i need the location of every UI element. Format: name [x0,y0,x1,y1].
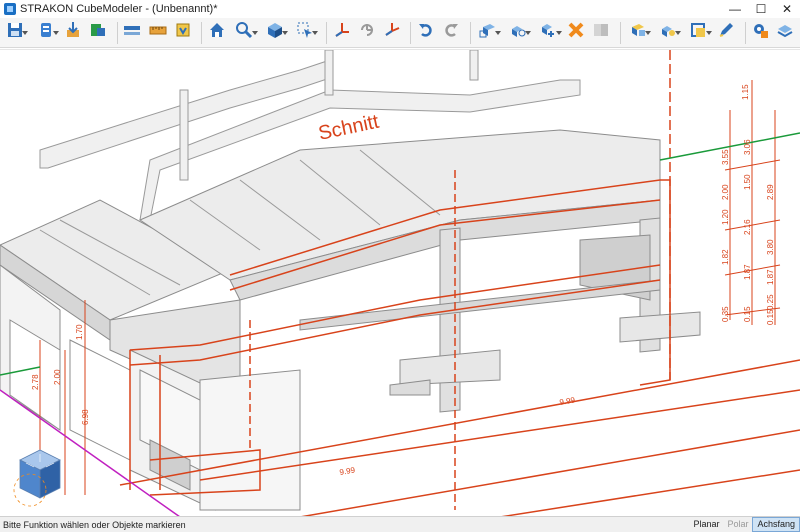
import-icon [64,21,82,44]
dimension-label: 3.55 [721,149,730,165]
dimension-label: 1.50 [743,174,752,190]
status-bar: Bitte Funktion wählen oder Objekte marki… [0,516,800,532]
toolbar-separator [326,21,328,44]
dimension-label: 0.35 [721,306,730,322]
settings-gear-icon [751,21,769,44]
redo-icon [442,21,460,44]
dimension-label: 0.25 [766,294,775,310]
zoom-button[interactable] [231,21,258,45]
dimension-label: 9.99 [339,465,356,477]
settings-button[interactable] [750,21,771,45]
dimension-label: 2.00 [53,369,62,385]
mode-planar[interactable]: Planar [689,517,723,532]
dimension-label: 2.89 [766,184,775,200]
dimension-label: 1.82 [721,249,730,265]
select-button[interactable] [292,21,319,45]
delete-button[interactable] [566,21,587,45]
building-model [0,129,701,511]
layers-button[interactable] [655,21,682,45]
rotate-axes-button[interactable] [356,21,377,45]
align-axes-button[interactable] [381,21,402,45]
mode-polar[interactable]: Polar [723,517,752,532]
dimension-label: 3.06 [743,139,752,155]
title-bar: STRAKON CubeModeler - (Unbenannt)* — ☐ ✕ [0,0,800,17]
measure-horizontal-icon [123,21,141,44]
home-icon [208,21,226,44]
toolbar-separator [116,21,118,44]
app-icon [4,2,16,15]
toolbar-separator [744,21,746,44]
view-box-icon [174,21,192,44]
minimize-button[interactable]: — [722,0,748,17]
dimension-label: 1.70 [75,324,84,340]
stack-layers-button[interactable] [775,21,796,45]
measure-horizontal-button[interactable] [122,21,143,45]
snap-objects-button[interactable] [535,21,562,45]
box-insert-button[interactable] [474,21,501,45]
export-icon [89,21,107,44]
model-view[interactable]: Schnitt 9.99 9.99 2.00 2.78 1.70 6.98 1.… [0,50,800,517]
toolbar-separator [410,21,412,44]
close-button[interactable]: ✕ [774,0,800,17]
align-axes-icon [383,21,401,44]
home-view-button[interactable] [206,21,227,45]
ruler-button[interactable] [147,21,168,45]
dimension-label: 1.87 [766,269,775,285]
save-button[interactable] [2,21,29,45]
edit-pen-button[interactable] [716,21,737,45]
dimension-label: 3.80 [766,239,775,255]
dimension-label: 2.16 [743,219,752,235]
dimension-label: 0.15 [743,306,752,322]
ruler-icon [149,21,167,44]
redo-button[interactable] [440,21,461,45]
dimension-label: 1.87 [743,264,752,280]
main-toolbar [0,18,800,48]
group-objects-button[interactable] [505,21,532,45]
dimension-label: 6.98 [81,409,90,425]
panel-icon [592,21,610,44]
toolbar-separator [469,21,471,44]
cube-view-button[interactable] [262,21,288,45]
dimension-label: 0.15 [766,309,775,325]
dimension-label: 2.78 [31,374,40,390]
navigation-cube-icon[interactable] [13,449,61,507]
toolbar-separator [201,21,203,44]
panel-button[interactable] [591,21,612,45]
window-title: STRAKON CubeModeler - (Unbenannt)* [20,2,218,15]
status-hint: Bitte Funktion wählen oder Objekte marki… [3,519,186,530]
section-label: Schnitt [316,111,381,145]
dimension-label: 2.00 [721,184,730,200]
coordinate-axes-icon [333,21,351,44]
maximize-button[interactable]: ☐ [748,0,774,17]
undo-button[interactable] [415,21,436,45]
model-settings-button[interactable] [32,21,59,45]
toolbar-separator [619,21,621,44]
import-button[interactable] [63,21,84,45]
dimension-label: 1.15 [741,84,750,100]
stack-layers-icon [776,21,794,44]
3d-viewport[interactable]: Schnitt 9.99 9.99 2.00 2.78 1.70 6.98 1.… [0,49,800,517]
export-button[interactable] [88,21,109,45]
rotate-axes-icon [358,21,376,44]
section-box-button[interactable] [625,21,652,45]
properties-button[interactable] [685,21,712,45]
dimension-label: 9.99 [559,395,576,407]
delete-icon [567,21,585,44]
edit-pen-icon [717,21,735,44]
mode-achsfang[interactable]: Achsfang [752,517,800,532]
undo-icon [417,21,435,44]
view-box-button[interactable] [172,21,193,45]
dimension-label: 1.20 [721,209,730,225]
coordinate-axes-button[interactable] [331,21,352,45]
